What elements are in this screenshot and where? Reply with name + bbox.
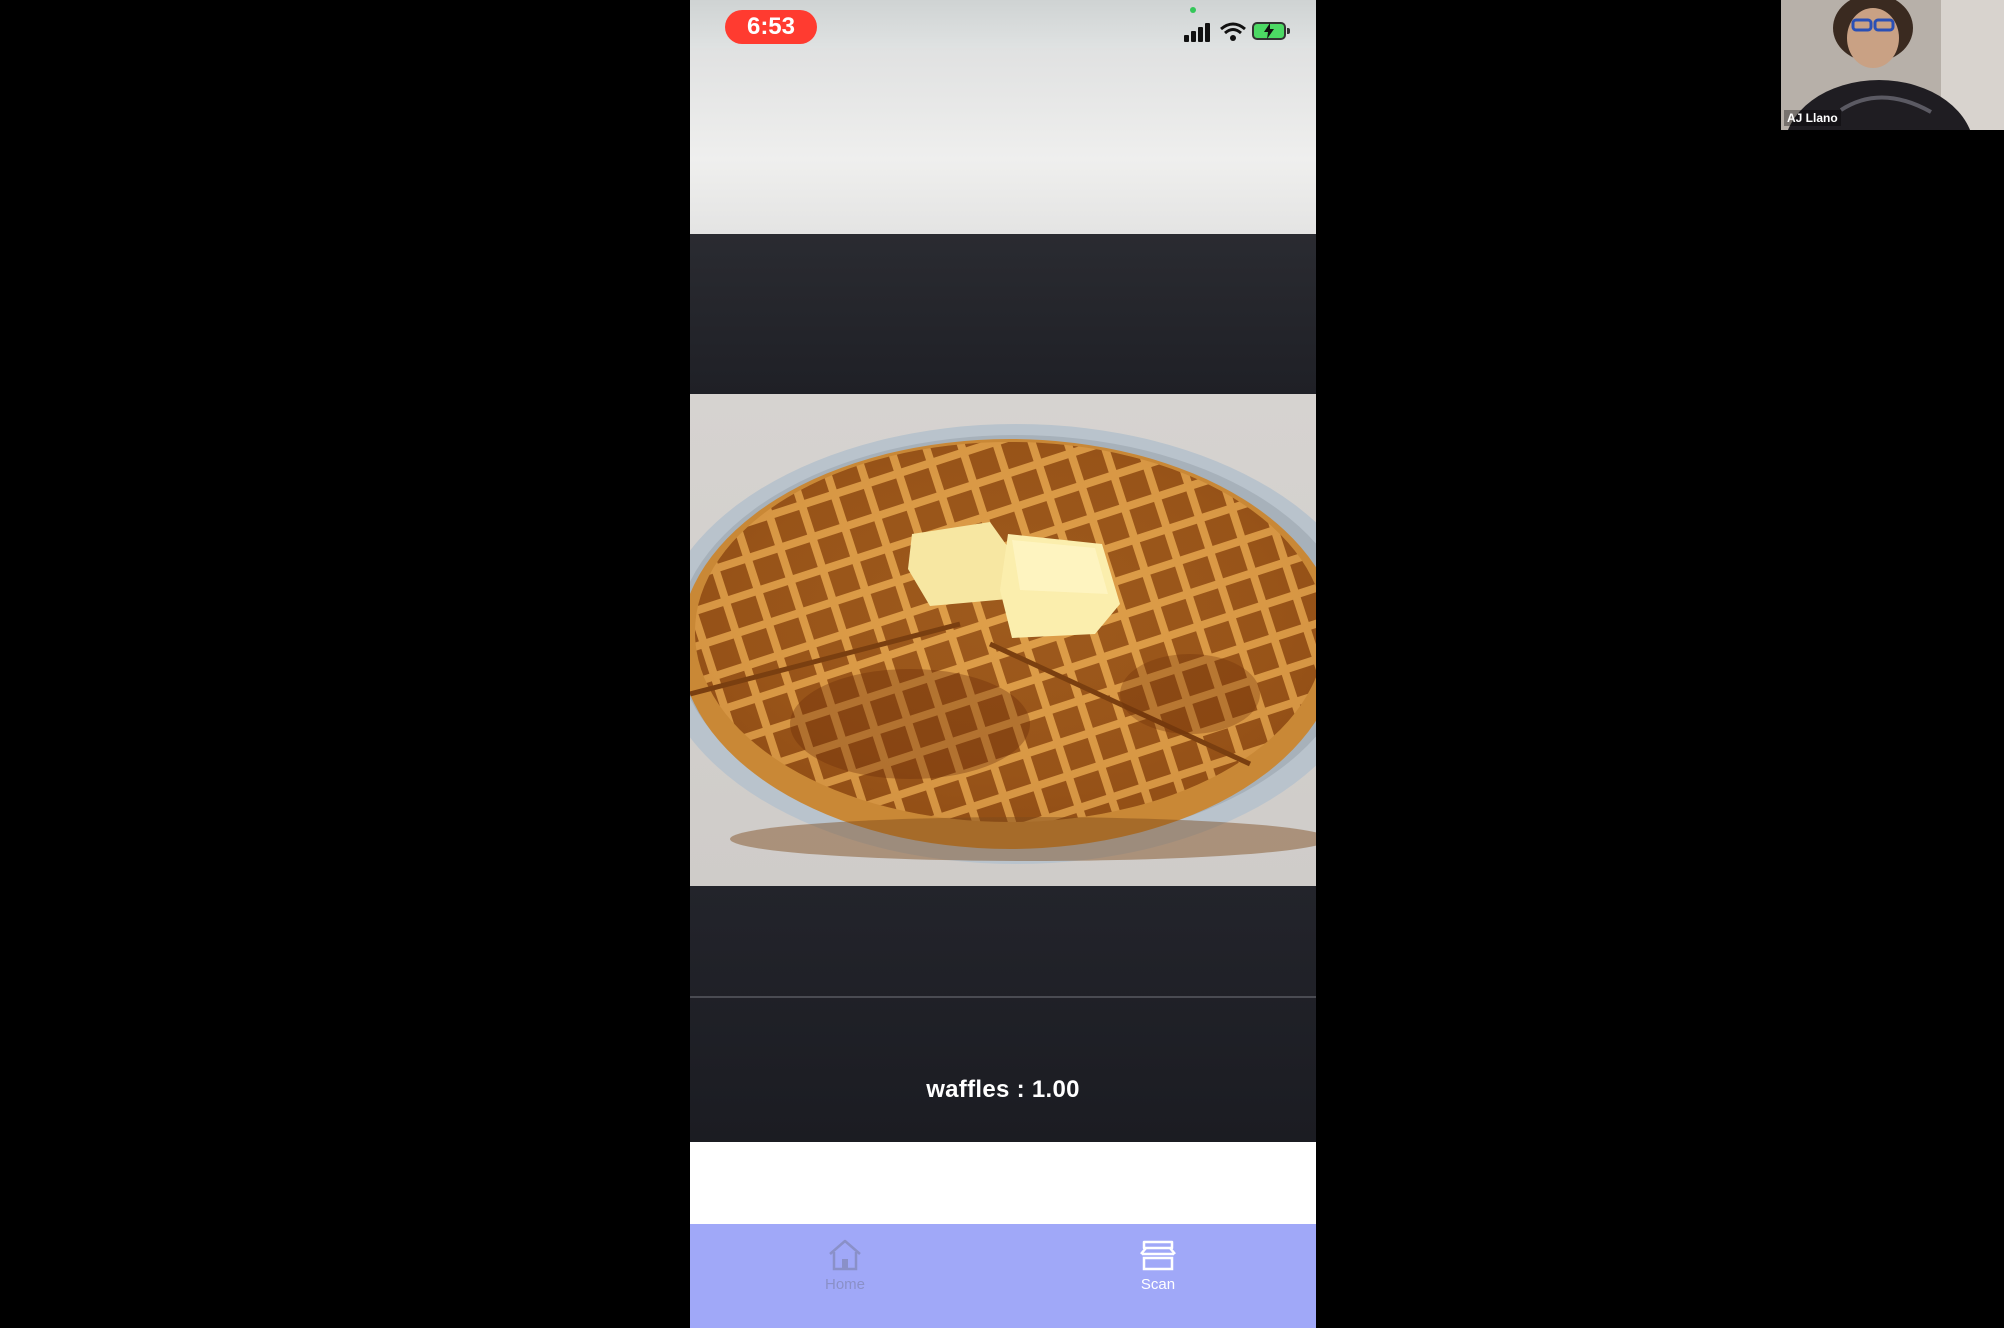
cellular-signal-icon	[1184, 20, 1214, 42]
phone-screen-share: 6:53 waffles: 1.00 Home Scan	[690, 0, 1316, 1328]
battery-charging-icon	[1252, 22, 1290, 40]
tab-scan[interactable]: Scan	[1098, 1238, 1218, 1318]
home-icon	[829, 1239, 861, 1271]
camera-preview: waffles : 1.00	[690, 48, 1316, 1142]
prediction-score: 1.00	[1031, 1076, 1080, 1103]
prediction-result: waffles : 1.00	[690, 1076, 1316, 1104]
tab-home[interactable]: Home	[785, 1238, 905, 1318]
camera-preview-top	[690, 48, 1316, 234]
content-spacer	[690, 1142, 1316, 1224]
bottom-tab-bar: Home Scan	[690, 1224, 1316, 1328]
camera-preview-dark-band	[690, 234, 1316, 394]
prediction-separator: :	[1009, 1076, 1032, 1103]
participant-name: AJ Llano	[1784, 110, 1841, 126]
tab-scan-label: Scan	[1140, 1276, 1176, 1293]
status-time-text: 6:53	[746, 13, 796, 40]
wifi-icon	[1220, 22, 1246, 41]
waffle-illustration	[690, 424, 1316, 864]
tab-home-label: Home	[824, 1276, 865, 1293]
prediction-label: waffles	[926, 1076, 1010, 1103]
participant-video: AJ Llano	[1781, 0, 2004, 130]
bolt-icon	[1264, 23, 1274, 39]
waffle-photo	[690, 394, 1316, 886]
status-bar: 6:53	[690, 0, 1316, 48]
camera-in-use-indicator	[1190, 7, 1196, 13]
status-time: 6:53	[725, 10, 817, 44]
divider	[690, 996, 1316, 998]
scan-icon	[1140, 1240, 1176, 1271]
